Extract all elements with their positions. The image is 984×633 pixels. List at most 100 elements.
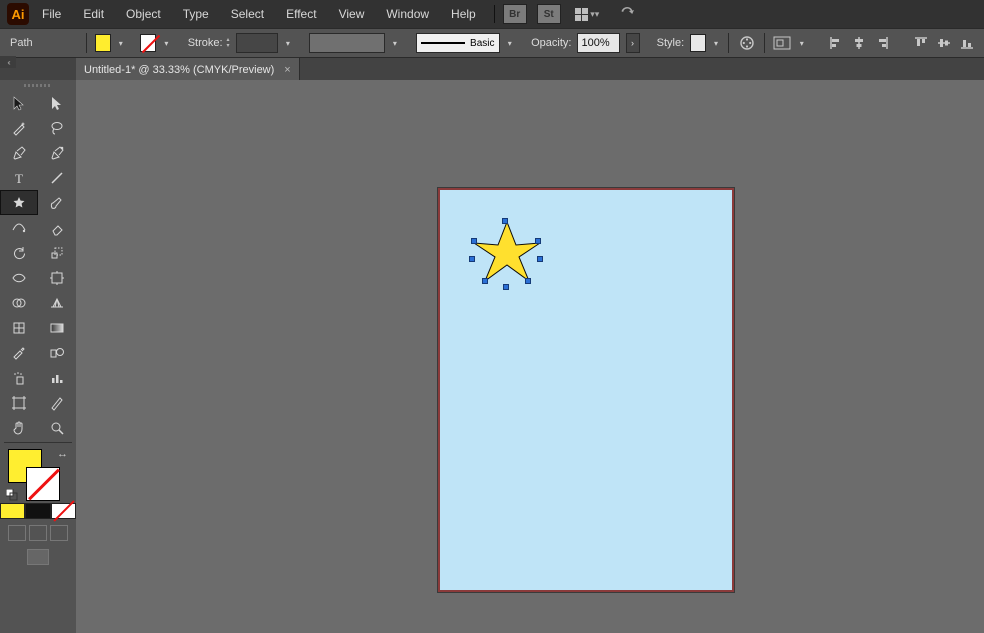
color-mode-gradient[interactable]: [25, 503, 50, 519]
brush-name: Basic: [470, 38, 494, 49]
selection-tool[interactable]: [0, 90, 38, 115]
blend-tool[interactable]: [38, 340, 76, 365]
chevron-down-icon: ▾: [590, 5, 600, 23]
color-mode-none[interactable]: [51, 503, 76, 519]
panel-grip[interactable]: [0, 80, 76, 90]
selection-handle[interactable]: [525, 278, 531, 284]
symbol-sprayer-tool[interactable]: [0, 365, 38, 390]
sync-settings-icon[interactable]: [618, 5, 636, 24]
paintbrush-tool[interactable]: [38, 190, 76, 215]
opacity-dropdown[interactable]: ›: [626, 33, 640, 53]
align-to-dropdown[interactable]: [798, 34, 807, 52]
menu-object[interactable]: Object: [116, 3, 171, 25]
align-bottom-button[interactable]: [956, 33, 978, 53]
eyedropper-tool[interactable]: [0, 340, 38, 365]
variable-width-profile-dropdown[interactable]: [309, 33, 384, 53]
menu-select[interactable]: Select: [221, 3, 274, 25]
color-mode-solid[interactable]: [0, 503, 25, 519]
align-hcenter-button[interactable]: [848, 33, 870, 53]
hand-tool[interactable]: [0, 415, 38, 440]
stroke-weight-spinners[interactable]: ▴▾: [227, 37, 230, 49]
align-right-button[interactable]: [871, 33, 893, 53]
separator: [86, 33, 87, 53]
style-swatch[interactable]: [690, 34, 706, 52]
align-vcenter-button[interactable]: [933, 33, 955, 53]
align-top-button[interactable]: [910, 33, 932, 53]
stroke-color-box[interactable]: [26, 467, 60, 501]
menu-effect[interactable]: Effect: [276, 3, 326, 25]
direct-selection-tool[interactable]: [38, 90, 76, 115]
menu-edit[interactable]: Edit: [73, 3, 114, 25]
artboard-tool[interactable]: [0, 390, 38, 415]
selection-handle[interactable]: [469, 256, 475, 262]
panel-collapse-handle[interactable]: [0, 56, 16, 68]
menu-window[interactable]: Window: [376, 3, 439, 25]
shape-builder-tool[interactable]: [0, 290, 38, 315]
shaper-tool[interactable]: [0, 215, 38, 240]
brush-stroke-icon: [421, 42, 465, 44]
brush-dropdown-chevron[interactable]: [506, 34, 515, 52]
type-tool[interactable]: T: [0, 165, 38, 190]
canvas-area[interactable]: [76, 80, 984, 633]
magic-wand-tool[interactable]: [0, 115, 38, 140]
menu-type[interactable]: Type: [173, 3, 219, 25]
stock-button[interactable]: St: [537, 4, 561, 24]
selection-handle[interactable]: [535, 238, 541, 244]
line-tool[interactable]: [38, 165, 76, 190]
brush-definition-dropdown[interactable]: Basic: [416, 33, 499, 53]
selection-handle[interactable]: [537, 256, 543, 262]
mesh-tool[interactable]: [0, 315, 38, 340]
draw-normal-button[interactable]: [8, 525, 26, 541]
star-tool[interactable]: [0, 190, 38, 215]
eraser-tool[interactable]: [38, 215, 76, 240]
scale-tool[interactable]: [38, 240, 76, 265]
selection-handle[interactable]: [502, 218, 508, 224]
menu-file[interactable]: File: [32, 3, 71, 25]
draw-behind-button[interactable]: [29, 525, 47, 541]
vw-dropdown-chevron[interactable]: [391, 34, 400, 52]
opacity-field[interactable]: 100%: [577, 33, 619, 53]
menu-help[interactable]: Help: [441, 3, 486, 25]
stroke-swatch[interactable]: [140, 34, 156, 52]
default-fill-stroke-button[interactable]: [6, 489, 18, 501]
rotate-tool[interactable]: [0, 240, 38, 265]
options-bar: Path Stroke: ▴▾ Basic Opacity: 100% › St…: [0, 28, 984, 58]
align-left-button[interactable]: [825, 33, 847, 53]
bridge-button[interactable]: Br: [503, 4, 527, 24]
close-tab-button[interactable]: ×: [284, 64, 290, 76]
drawing-modes: [0, 525, 76, 541]
pen-tool[interactable]: [0, 140, 38, 165]
perspective-grid-tool[interactable]: [38, 290, 76, 315]
fill-swatch[interactable]: [95, 34, 111, 52]
selection-handle[interactable]: [471, 238, 477, 244]
app-icon: Ai: [6, 2, 30, 26]
svg-text:Ai: Ai: [12, 7, 25, 22]
document-tab-strip: Untitled-1* @ 33.33% (CMYK/Preview) ×: [0, 58, 984, 82]
selection-handle[interactable]: [482, 278, 488, 284]
artboard[interactable]: [438, 188, 734, 592]
stroke-weight-field[interactable]: [236, 33, 278, 53]
lasso-tool[interactable]: [38, 115, 76, 140]
document-tab-title: Untitled-1* @ 33.33% (CMYK/Preview): [84, 64, 274, 76]
column-graph-tool[interactable]: [38, 365, 76, 390]
selection-handle[interactable]: [503, 284, 509, 290]
screen-mode-button[interactable]: [0, 549, 76, 565]
gradient-tool[interactable]: [38, 315, 76, 340]
width-tool[interactable]: [0, 265, 38, 290]
menu-view[interactable]: View: [329, 3, 375, 25]
free-transform-tool[interactable]: [38, 265, 76, 290]
fill-dropdown[interactable]: [117, 34, 126, 52]
swap-fill-stroke-button[interactable]: ↔: [57, 448, 68, 460]
style-dropdown[interactable]: [712, 34, 721, 52]
zoom-tool[interactable]: [38, 415, 76, 440]
slice-tool[interactable]: [38, 390, 76, 415]
arrange-documents-button[interactable]: ▾: [575, 5, 600, 23]
stroke-weight-dropdown[interactable]: [284, 34, 293, 52]
draw-inside-button[interactable]: [50, 525, 68, 541]
document-tab[interactable]: Untitled-1* @ 33.33% (CMYK/Preview) ×: [76, 57, 300, 82]
separator: [4, 442, 72, 443]
stroke-dropdown[interactable]: [162, 34, 171, 52]
align-to-button[interactable]: [773, 33, 792, 53]
recolor-artwork-button[interactable]: [737, 33, 756, 53]
curvature-tool[interactable]: [38, 140, 76, 165]
